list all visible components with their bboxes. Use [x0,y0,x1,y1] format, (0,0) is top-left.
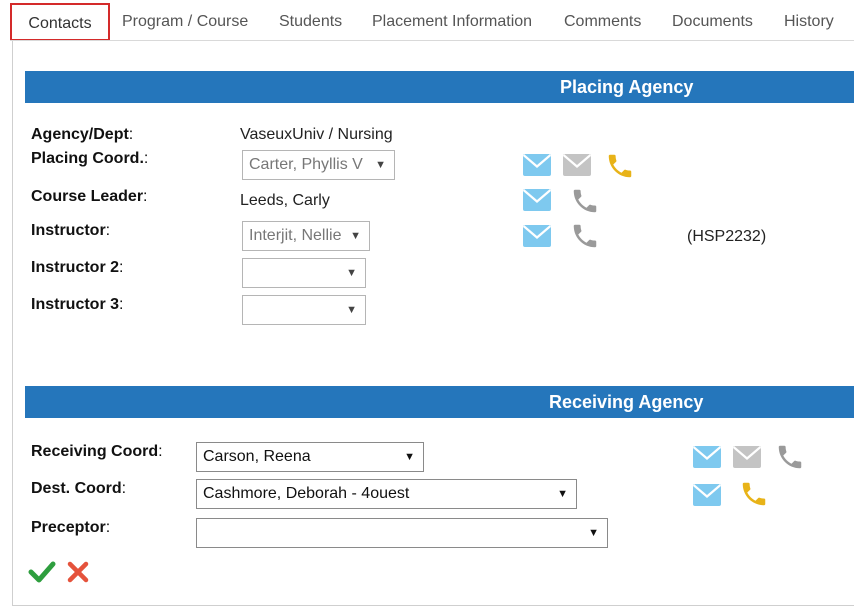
placing-coord-email-disabled-icon [563,154,591,176]
panel-border-left [12,41,13,606]
instructor-course-code: (HSP2232) [687,228,767,245]
instructor-value: Interjit, Nellie [249,227,342,244]
cancel-close-icon[interactable] [67,561,89,583]
placing-agency-title: Placing Agency [560,77,694,97]
receiving-coord-select[interactable]: Carson, Reena ▼ [196,442,424,472]
tab-contacts[interactable]: Contacts [10,3,110,41]
dest-coord-email-icon[interactable] [693,484,721,506]
chevron-down-icon: ▼ [404,451,415,463]
chevron-down-icon: ▼ [350,230,361,242]
course-leader-phone-disabled-icon [570,186,600,216]
placing-coord-select[interactable]: Carter, Phyllis V ▼ [242,150,395,180]
dest-coord-value: Cashmore, Deborah - 4ouest [203,485,410,502]
dest-coord-select[interactable]: Cashmore, Deborah - 4ouest ▼ [196,479,577,509]
tab-placement-information[interactable]: Placement Information [372,4,532,40]
placing-coord-phone-icon[interactable] [605,151,635,181]
tab-program-course[interactable]: Program / Course [122,4,248,40]
tab-history[interactable]: History [784,4,834,40]
agency-dept-label: Agency/Dept: [31,126,134,143]
tab-divider [10,40,854,41]
tab-comments[interactable]: Comments [564,4,641,40]
save-check-icon[interactable] [28,560,56,584]
placing-coord-label: Placing Coord.: [31,150,149,167]
instructor-2-select[interactable]: ▼ [242,258,366,288]
placing-coord-value: Carter, Phyllis V [249,156,363,173]
instructor-label: Instructor: [31,222,111,239]
preceptor-select[interactable]: ▼ [196,518,608,548]
instructor-2-label: Instructor 2: [31,259,124,276]
instructor-3-label: Instructor 3: [31,296,124,313]
dest-coord-label: Dest. Coord: [31,480,127,497]
tab-students[interactable]: Students [279,4,342,40]
course-leader-label: Course Leader: [31,188,148,205]
instructor-select[interactable]: Interjit, Nellie ▼ [242,221,370,251]
preceptor-label: Preceptor: [31,519,111,536]
chevron-down-icon: ▼ [557,488,568,500]
panel-border-bottom [12,605,854,606]
dest-coord-phone-icon[interactable] [739,479,769,509]
receiving-coord-phone-disabled-icon [775,442,805,472]
instructor-3-select[interactable]: ▼ [242,295,366,325]
receiving-coord-value: Carson, Reena [203,448,311,465]
course-leader-email-icon[interactable] [523,189,551,211]
receiving-coord-label: Receiving Coord: [31,443,163,460]
receiving-coord-email-disabled-icon [733,446,761,468]
tab-documents[interactable]: Documents [672,4,753,40]
chevron-down-icon: ▼ [375,159,386,171]
agency-dept-value: VaseuxUniv / Nursing [240,126,393,143]
receiving-agency-title: Receiving Agency [549,392,704,412]
instructor-phone-disabled-icon [570,221,600,251]
placing-agency-header: Placing Agency [25,71,854,103]
receiving-coord-email-icon[interactable] [693,446,721,468]
chevron-down-icon: ▼ [346,267,357,279]
tab-bar: Contacts Program / Course Students Place… [0,0,854,41]
placing-coord-email-icon[interactable] [523,154,551,176]
receiving-agency-header: Receiving Agency [25,386,854,418]
instructor-email-icon[interactable] [523,225,551,247]
chevron-down-icon: ▼ [588,527,599,539]
course-leader-value: Leeds, Carly [240,192,330,209]
chevron-down-icon: ▼ [346,304,357,316]
